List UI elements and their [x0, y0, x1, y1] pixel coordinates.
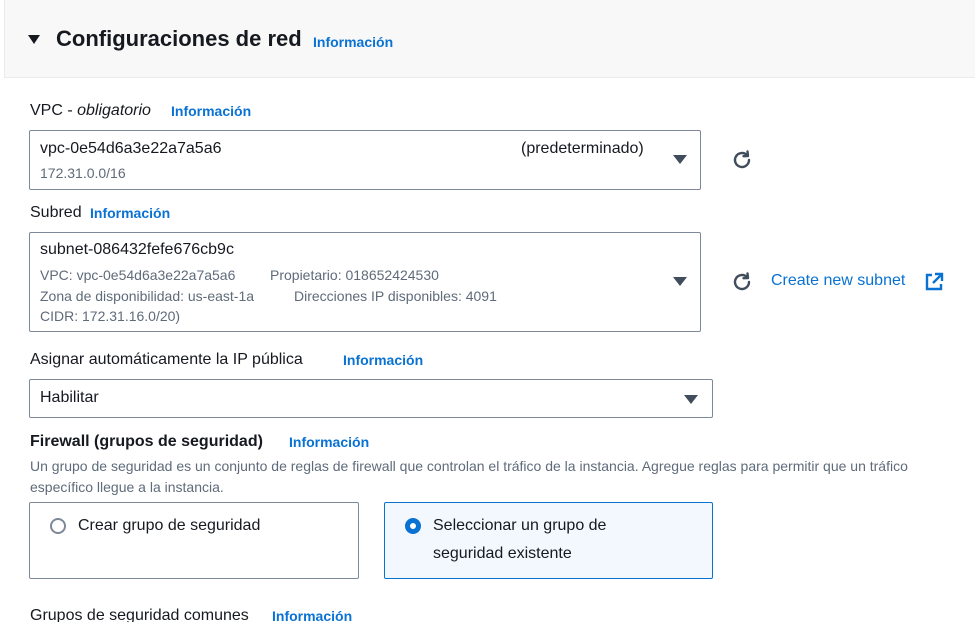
section-info-link[interactable]: Información: [313, 34, 393, 50]
dropdown-arrow-icon: [673, 155, 687, 164]
subnet-label: Subred: [30, 204, 82, 221]
vpc-default-tag: (predeterminado): [521, 140, 644, 157]
refresh-icon[interactable]: [730, 270, 754, 294]
firewall-description: Un grupo de seguridad es un conjunto de …: [30, 458, 908, 495]
dropdown-arrow-icon: [673, 277, 687, 286]
vpc-required-text: obligatorio: [77, 102, 151, 119]
create-new-subnet-link[interactable]: Create new subnet: [771, 272, 905, 290]
network-settings-panel: Configuraciones de red Información VPC -…: [0, 0, 975, 622]
vpc-label-text: VPC -: [30, 102, 78, 119]
firewall-label: Firewall (grupos de seguridad): [30, 433, 263, 450]
external-link-icon[interactable]: [924, 272, 944, 292]
subnet-value: subnet-086432fefe676cb9c: [40, 241, 234, 258]
subnet-owner: Propietario: 018652424530: [270, 267, 439, 283]
common-security-groups-label: Grupos de seguridad comunes: [30, 607, 249, 622]
public-ip-select[interactable]: [29, 379, 713, 418]
common-security-groups-info-link[interactable]: Información: [272, 608, 352, 622]
dropdown-arrow-icon: [684, 395, 698, 404]
vpc-label: VPC - obligatorio: [30, 102, 151, 120]
public-ip-info-link[interactable]: Información: [343, 352, 423, 368]
firewall-info-link[interactable]: Información: [289, 434, 369, 450]
radio-select-existing-security-group[interactable]: [405, 518, 421, 534]
section-title[interactable]: Configuraciones de red: [56, 26, 302, 52]
refresh-icon[interactable]: [730, 148, 754, 172]
vpc-value: vpc-0e54d6a3e22a7a5a6: [40, 140, 222, 157]
radio-create-security-group[interactable]: [50, 518, 66, 534]
caret-down-icon[interactable]: [28, 35, 40, 44]
subnet-availability-zone: Zona de disponibilidad: us-east-1a: [40, 288, 255, 304]
vpc-select[interactable]: [29, 130, 701, 190]
vpc-info-link[interactable]: Información: [171, 103, 251, 119]
option-create-label: Crear grupo de seguridad: [78, 517, 261, 534]
subnet-info-link[interactable]: Información: [90, 205, 170, 221]
public-ip-value: Habilitar: [40, 389, 99, 406]
subnet-vpc: VPC: vpc-0e54d6a3e22a7a5a6: [40, 267, 236, 283]
public-ip-label: Asignar automáticamente la IP pública: [30, 351, 303, 368]
vpc-cidr: 172.31.0.0/16: [40, 165, 126, 181]
subnet-available-ips: Direcciones IP disponibles: 4091: [294, 288, 497, 304]
subnet-cidr: CIDR: 172.31.16.0/20): [40, 308, 181, 324]
option-select-label: Seleccionar un grupo de seguridad existe…: [433, 517, 607, 562]
